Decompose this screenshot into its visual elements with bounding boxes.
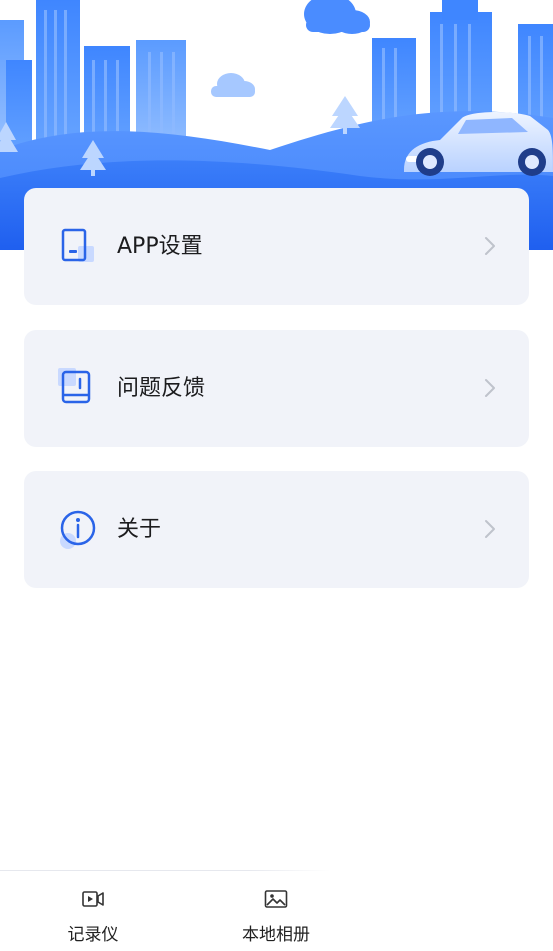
menu-item-label: APP设置 xyxy=(117,234,203,259)
bottom-tab-bar: 记录仪 本地相册 xyxy=(0,870,553,951)
menu-item-label: 问题反馈 xyxy=(117,376,206,401)
info-icon xyxy=(58,509,100,551)
menu-item-feedback[interactable]: 问题反馈 xyxy=(24,330,529,447)
tab-recorder-label: 记录仪 xyxy=(67,925,119,945)
menu-item-app-settings[interactable]: APP设置 xyxy=(24,188,529,305)
chevron-right-icon xyxy=(483,235,497,257)
tablet-settings-icon xyxy=(58,226,100,268)
chevron-right-icon xyxy=(483,377,497,399)
tab-local-album[interactable]: 本地相册 xyxy=(206,870,346,951)
tab-recorder[interactable]: 记录仪 xyxy=(23,870,163,951)
menu-item-label: 关于 xyxy=(117,517,162,542)
tab-local-album-label: 本地相册 xyxy=(242,925,310,945)
video-recorder-icon xyxy=(81,888,105,910)
image-gallery-icon xyxy=(264,888,288,910)
feedback-book-icon xyxy=(58,368,100,410)
chevron-right-icon xyxy=(483,518,497,540)
menu-item-about[interactable]: 关于 xyxy=(24,471,529,588)
